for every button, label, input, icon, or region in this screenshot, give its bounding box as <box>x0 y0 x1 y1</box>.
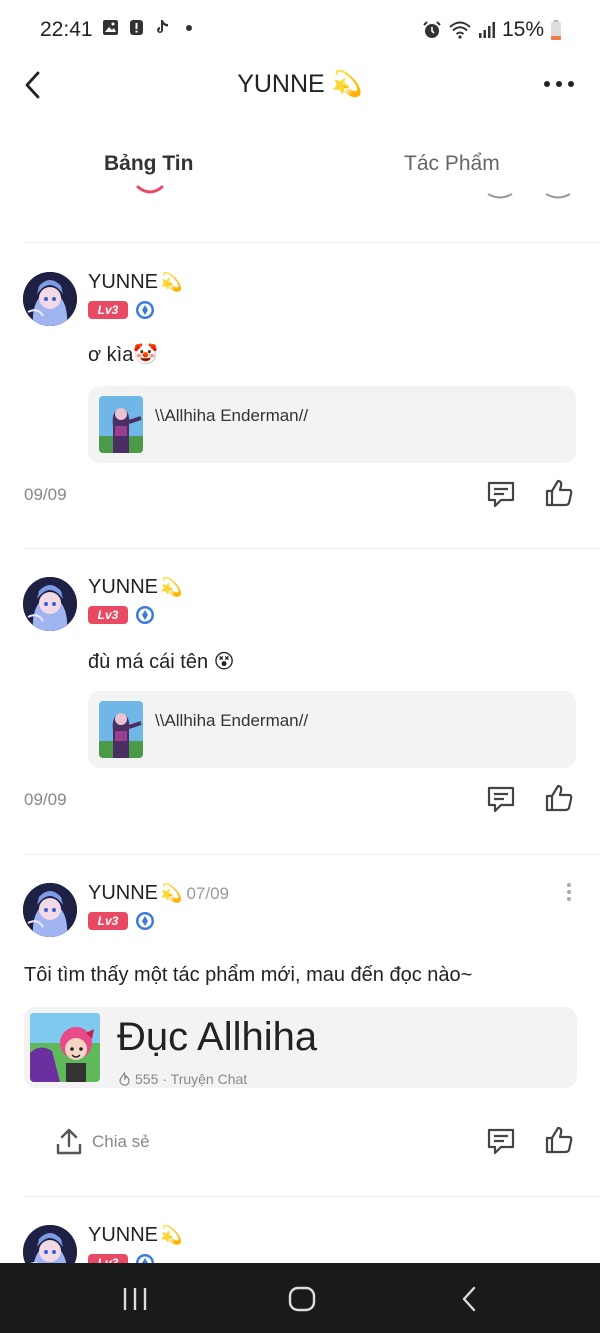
verified-badge-icon <box>136 301 154 319</box>
post-text: đù má cái tên 😵 <box>88 651 235 673</box>
post-options-icon[interactable] <box>565 882 573 902</box>
avatar[interactable] <box>23 577 77 631</box>
previous-post-actions <box>487 193 571 199</box>
page-title: YUNNE 💫 <box>237 70 363 98</box>
battery-icon <box>551 20 561 40</box>
work-thumbnail <box>99 396 143 453</box>
verified-badge-icon <box>136 912 154 930</box>
story-meta: 555 · Truyện Chat <box>118 1071 247 1087</box>
signal-icon <box>478 22 495 38</box>
share-button[interactable]: Chia sẻ <box>54 1127 150 1157</box>
battery-percent: 15% <box>501 18 544 41</box>
post-date: 09/09 <box>24 485 67 504</box>
level-badge: Lv3 <box>88 301 128 319</box>
post-text: Tôi tìm thấy một tác phẩm mới, mau đến đ… <box>24 964 473 986</box>
avatar-image <box>23 272 77 326</box>
author-emoji: 💫 <box>160 272 183 292</box>
profile-tabs: Bảng Tin Tác Phẩm <box>0 140 600 200</box>
avatar[interactable] <box>23 272 77 326</box>
comment-icon[interactable] <box>486 479 516 509</box>
author-name: YUNNE <box>88 882 159 904</box>
avatar-image <box>23 577 77 631</box>
tab-feed[interactable]: Bảng Tin <box>104 152 193 176</box>
work-thumbnail <box>99 701 143 758</box>
work-title: \\Allhiha Enderman// <box>155 406 309 425</box>
top-bar: YUNNE 💫 <box>0 60 600 110</box>
post-date: 07/09 <box>186 884 229 903</box>
story-type: · Truyện Chat <box>162 1071 248 1087</box>
share-label: Chia sẻ <box>92 1132 150 1151</box>
home-icon[interactable] <box>287 1284 317 1314</box>
status-bar: 22:41 15% <box>0 0 600 60</box>
post-author[interactable]: YUNNE 💫 <box>88 576 182 599</box>
linked-work-card[interactable]: \\Allhiha Enderman// <box>88 691 576 768</box>
author-name: YUNNE <box>88 271 159 293</box>
verified-badge-icon <box>136 606 154 624</box>
more-options-icon[interactable] <box>542 74 576 94</box>
avatar[interactable] <box>23 883 77 937</box>
system-back-icon[interactable] <box>455 1284 485 1314</box>
avatar-image <box>23 883 77 937</box>
notification-dot <box>186 24 192 31</box>
divider <box>24 548 600 549</box>
status-time: 22:41 <box>40 18 93 41</box>
story-title: Đục Allhiha <box>117 1015 318 1059</box>
post-author[interactable]: YUNNE 💫 <box>88 271 182 294</box>
post-date: 09/09 <box>24 790 67 809</box>
level-badge: Lv3 <box>88 912 128 930</box>
post-author[interactable]: YUNNE 💫 07/09 <box>88 882 229 905</box>
post-text: ơ kìa🤡 <box>88 344 159 366</box>
alert-icon <box>130 20 143 35</box>
author-name: YUNNE <box>88 576 159 598</box>
story-views: 555 <box>135 1071 159 1087</box>
like-icon[interactable] <box>544 478 574 508</box>
divider <box>24 242 600 243</box>
divider <box>24 1196 600 1197</box>
views-icon <box>119 1072 130 1086</box>
share-icon <box>56 1128 82 1155</box>
wifi-icon <box>449 21 471 39</box>
recent-apps-icon[interactable] <box>120 1284 150 1314</box>
tab-works[interactable]: Tác Phẩm <box>404 152 500 176</box>
story-card[interactable]: Đục Allhiha 555 · Truyện Chat <box>24 1007 577 1088</box>
divider <box>24 854 600 855</box>
author-name: YUNNE <box>88 1224 159 1246</box>
work-title: \\Allhiha Enderman// <box>155 711 309 730</box>
tiktok-icon <box>157 20 168 33</box>
level-badge: Lv3 <box>88 606 128 624</box>
alarm-icon <box>423 21 441 38</box>
comment-icon[interactable] <box>486 1126 516 1156</box>
linked-work-card[interactable]: \\Allhiha Enderman// <box>88 386 576 463</box>
story-thumbnail <box>30 1013 100 1082</box>
comment-icon[interactable] <box>486 784 516 814</box>
author-emoji: 💫 <box>160 883 183 903</box>
like-icon[interactable] <box>544 783 574 813</box>
like-icon[interactable] <box>544 1125 574 1155</box>
author-emoji: 💫 <box>160 577 183 597</box>
author-emoji: 💫 <box>160 1225 183 1245</box>
active-tab-indicator <box>136 185 164 194</box>
system-nav-bar <box>0 1263 600 1333</box>
gallery-icon <box>103 20 118 35</box>
post-author[interactable]: YUNNE 💫 <box>88 1224 182 1247</box>
